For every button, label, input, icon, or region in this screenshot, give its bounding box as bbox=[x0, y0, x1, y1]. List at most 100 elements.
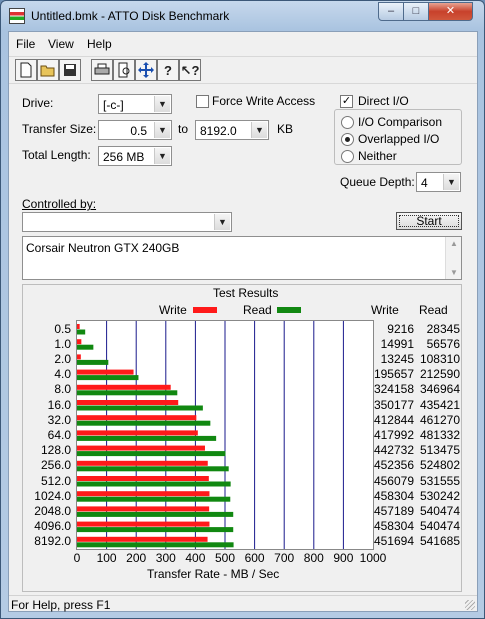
read-value: 108310 bbox=[419, 352, 460, 366]
description-scrollbar[interactable]: ▲ ▼ bbox=[445, 237, 461, 279]
write-value: 457189 bbox=[373, 504, 414, 518]
description-textbox[interactable]: Corsair Neutron GTX 240GB ▲ ▼ bbox=[22, 236, 462, 280]
atto-app-icon bbox=[9, 8, 25, 24]
minimize-button[interactable]: – bbox=[378, 2, 404, 21]
write-bar-4.0 bbox=[77, 369, 134, 375]
title-bar[interactable]: Untitled.bmk - ATTO Disk Benchmark – □ ✕ bbox=[1, 1, 484, 31]
x-tick-label: 700 bbox=[274, 551, 295, 565]
print-icon bbox=[94, 63, 110, 75]
write-value: 412844 bbox=[373, 412, 414, 427]
overlapped-io-radio[interactable] bbox=[341, 133, 354, 146]
write-value: 456079 bbox=[373, 473, 414, 488]
move-icon bbox=[138, 62, 154, 78]
read-value: 212590 bbox=[419, 367, 460, 382]
x-tick-label: 0 bbox=[73, 551, 81, 565]
x-tick-label: 500 bbox=[214, 551, 236, 565]
menu-view[interactable]: View bbox=[48, 37, 74, 51]
overlapped-io-label: Overlapped I/O bbox=[358, 132, 440, 146]
close-button[interactable]: ✕ bbox=[428, 2, 473, 21]
chevron-down-icon: ▼ bbox=[154, 122, 170, 138]
size-label: 1024.0 bbox=[34, 488, 71, 503]
io-comparison-label: I/O Comparison bbox=[358, 115, 443, 129]
write-value: 350177 bbox=[373, 397, 414, 412]
size-label: 2048.0 bbox=[34, 504, 71, 518]
write-value: 324158 bbox=[373, 382, 414, 397]
write-bar-4096.0 bbox=[77, 521, 210, 527]
write-value: 452356 bbox=[373, 458, 414, 473]
unit-label: KB bbox=[277, 122, 294, 136]
write-value: 458304 bbox=[373, 488, 414, 503]
transfer-size-from-select[interactable]: 0.5 ▼ bbox=[98, 120, 172, 140]
write-bar-8192.0 bbox=[77, 536, 208, 542]
status-text: For Help, press F1 bbox=[11, 598, 111, 612]
controlled-by-select[interactable]: ▼ bbox=[22, 212, 232, 232]
new-button[interactable] bbox=[15, 59, 37, 81]
size-label: 8.0 bbox=[54, 382, 71, 397]
neither-label: Neither bbox=[358, 149, 397, 163]
chevron-down-icon: ▼ bbox=[154, 148, 170, 164]
neither-radio[interactable] bbox=[341, 150, 354, 163]
read-bar-4096.0 bbox=[77, 527, 234, 533]
read-value: 28345 bbox=[426, 321, 460, 336]
read-value: 481332 bbox=[419, 428, 460, 442]
x-tick-label: 600 bbox=[244, 551, 265, 565]
io-comparison-radio[interactable] bbox=[341, 116, 354, 129]
direct-io-checkbox[interactable]: ✓ bbox=[340, 95, 353, 108]
drive-select[interactable]: [-c-] ▼ bbox=[98, 94, 172, 114]
read-value: 540474 bbox=[419, 504, 460, 518]
write-bar-64.0 bbox=[77, 430, 198, 436]
new-icon bbox=[20, 62, 32, 78]
read-bar-128.0 bbox=[77, 451, 226, 457]
write-legend-label: Write bbox=[159, 303, 187, 317]
queue-depth-select[interactable]: 4 ▼ bbox=[416, 172, 461, 192]
menu-help[interactable]: Help bbox=[87, 37, 112, 51]
drive-value: [-c-] bbox=[103, 98, 124, 112]
open-button[interactable] bbox=[37, 59, 59, 81]
write-bar-1024.0 bbox=[77, 491, 210, 497]
start-button[interactable]: Start bbox=[396, 212, 462, 230]
queue-depth-value: 4 bbox=[421, 176, 428, 190]
maximize-button[interactable]: □ bbox=[403, 2, 429, 21]
to-label: to bbox=[178, 122, 189, 136]
write-value: 451694 bbox=[373, 534, 414, 549]
client-area: File View Help ? ↖? Drive: [-c-] ▼ Force… bbox=[8, 31, 478, 612]
size-label: 8192.0 bbox=[34, 534, 71, 549]
direct-io-label: Direct I/O bbox=[358, 94, 409, 108]
size-label: 32.0 bbox=[47, 412, 71, 427]
controlled-by-label: Controlled by: bbox=[22, 197, 97, 211]
read-bar-256.0 bbox=[77, 466, 229, 472]
resize-grip[interactable] bbox=[465, 600, 475, 610]
chevron-down-icon: ▼ bbox=[214, 214, 230, 230]
move-button[interactable] bbox=[135, 59, 157, 81]
x-tick-label: 200 bbox=[126, 551, 147, 565]
read-bar-0.5 bbox=[77, 329, 86, 335]
description-text: Corsair Neutron GTX 240GB bbox=[26, 241, 180, 255]
save-button[interactable] bbox=[59, 59, 81, 81]
read-value: 513475 bbox=[419, 443, 460, 458]
print-button[interactable] bbox=[91, 59, 113, 81]
menu-file[interactable]: File bbox=[16, 37, 35, 51]
context-help-button[interactable]: ↖? bbox=[179, 59, 201, 81]
help-button[interactable]: ? bbox=[157, 59, 179, 81]
read-bar-1024.0 bbox=[77, 496, 231, 502]
queue-depth-label: Queue Depth: bbox=[340, 175, 415, 189]
total-length-select[interactable]: 256 MB ▼ bbox=[98, 146, 172, 166]
write-bar-2.0 bbox=[77, 354, 81, 360]
print-preview-button[interactable] bbox=[113, 59, 135, 81]
window-title: Untitled.bmk - ATTO Disk Benchmark bbox=[31, 9, 230, 23]
read-column-header: Read bbox=[419, 303, 448, 317]
chevron-down-icon: ▼ bbox=[443, 174, 459, 190]
write-value: 417992 bbox=[373, 428, 414, 442]
read-bar-8192.0 bbox=[77, 542, 234, 548]
read-bar-64.0 bbox=[77, 435, 217, 441]
read-value: 346964 bbox=[419, 382, 460, 397]
size-label: 512.0 bbox=[40, 473, 71, 488]
size-label: 16.0 bbox=[47, 397, 71, 412]
open-icon bbox=[40, 65, 55, 77]
force-write-access-checkbox[interactable] bbox=[196, 95, 209, 108]
chevron-down-icon: ▼ bbox=[154, 96, 170, 112]
read-value: 540474 bbox=[419, 519, 460, 534]
transfer-size-to-select[interactable]: 8192.0 ▼ bbox=[195, 120, 269, 140]
chevron-down-icon: ▼ bbox=[251, 122, 267, 138]
read-bar-16.0 bbox=[77, 405, 203, 411]
